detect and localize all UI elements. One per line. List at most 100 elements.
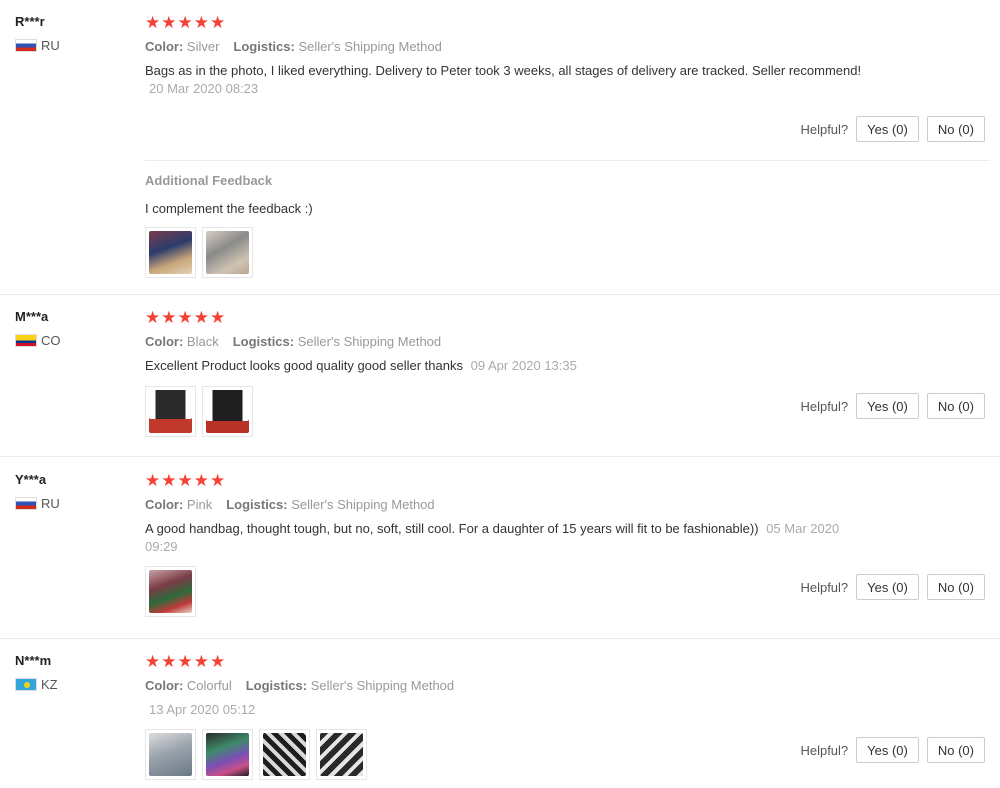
star-icon: ★ — [193, 652, 209, 671]
review-body: A good handbag, thought tough, but no, s… — [145, 521, 759, 536]
helpful-no-button[interactable]: No (0) — [926, 574, 985, 600]
review-body: Excellent Product looks good quality goo… — [145, 358, 463, 373]
logistics-value: Seller's Shipping Method — [297, 334, 442, 349]
additional-feedback-title: Additional Feedback — [145, 173, 273, 188]
helpful-controls: Helpful? Yes (0) No (0) — [800, 393, 985, 419]
color-label: Color: — [145, 39, 184, 54]
review-photo-thumbnail[interactable] — [316, 729, 367, 780]
reviewer-name: Y***a — [15, 472, 47, 487]
star-icon: ★ — [177, 13, 193, 32]
review-photo-thumbnail[interactable] — [202, 729, 253, 780]
review-date: 13 Apr 2020 05:12 — [149, 702, 256, 717]
flag-kz-icon — [15, 678, 37, 691]
helpful-controls: Helpful? Yes (0) No (0) — [800, 116, 985, 142]
star-icon: ★ — [193, 308, 209, 327]
star-rating: ★ ★ ★ ★ ★ — [145, 309, 995, 327]
star-icon: ★ — [210, 652, 226, 671]
helpful-no-button[interactable]: No (0) — [926, 116, 985, 142]
helpful-no-button[interactable]: No (0) — [926, 737, 985, 763]
review-photo-thumbnail[interactable] — [145, 566, 196, 617]
reviewer-info: Y***a RU — [15, 472, 60, 511]
flag-ru-icon — [15, 497, 37, 510]
logistics-label: Logistics: — [232, 334, 295, 349]
helpful-controls: Helpful? Yes (0) No (0) — [800, 737, 985, 763]
logistics-value: Seller's Shipping Method — [298, 39, 442, 54]
color-value: Silver — [186, 39, 220, 54]
review-photos — [145, 729, 367, 780]
review-date: 09 Apr 2020 13:35 — [470, 358, 577, 373]
star-icon: ★ — [145, 308, 161, 327]
review-meta: Color: Colorful Logistics: Seller's Shipp… — [145, 678, 995, 693]
review-divider — [0, 294, 1000, 295]
star-icon: ★ — [161, 471, 177, 490]
helpful-label: Helpful? — [800, 742, 849, 758]
logistics-label: Logistics: — [233, 39, 295, 54]
reviewer-info: N***m KZ — [15, 653, 58, 692]
review-text: Excellent Product looks good quality goo… — [145, 357, 865, 375]
country-code: KZ — [41, 677, 58, 692]
review-photos — [145, 386, 253, 437]
helpful-yes-button[interactable]: Yes (0) — [856, 116, 919, 142]
star-rating: ★ ★ ★ ★ ★ — [145, 653, 995, 671]
country-code: CO — [41, 333, 61, 348]
star-icon: ★ — [210, 308, 226, 327]
review-date: 20 Mar 2020 08:23 — [149, 81, 259, 96]
reviewer-name: R***r — [15, 14, 45, 29]
color-label: Color: — [145, 497, 184, 512]
star-icon: ★ — [161, 13, 177, 32]
logistics-label: Logistics: — [226, 497, 288, 512]
star-icon: ★ — [161, 308, 177, 327]
logistics-value: Seller's Shipping Method — [291, 497, 435, 512]
color-label: Color: — [145, 678, 184, 693]
review-photo-thumbnail[interactable] — [202, 386, 253, 437]
country-code: RU — [41, 38, 60, 53]
star-icon: ★ — [177, 652, 193, 671]
helpful-yes-button[interactable]: Yes (0) — [856, 574, 919, 600]
review-divider — [0, 456, 1000, 457]
star-icon: ★ — [145, 471, 161, 490]
logistics-label: Logistics: — [245, 678, 308, 693]
divider — [145, 160, 990, 161]
review-photo-thumbnail[interactable] — [202, 227, 253, 278]
review-text: 13 Apr 2020 05:12 — [145, 701, 865, 719]
helpful-no-button[interactable]: No (0) — [926, 393, 985, 419]
review-meta: Color: Silver Logistics: Seller's Shippin… — [145, 39, 995, 54]
helpful-label: Helpful? — [800, 121, 849, 137]
reviewer-country: RU — [15, 38, 60, 53]
star-icon: ★ — [177, 308, 193, 327]
review-text: A good handbag, thought tough, but no, s… — [145, 520, 865, 556]
star-icon: ★ — [177, 471, 193, 490]
color-value: Colorful — [186, 678, 232, 693]
review-photos — [145, 566, 196, 617]
logistics-value: Seller's Shipping Method — [310, 678, 455, 693]
review-photo-thumbnail[interactable] — [145, 386, 196, 437]
star-icon: ★ — [145, 13, 161, 32]
reviewer-country: CO — [15, 333, 61, 348]
review-text: Bags as in the photo, I liked everything… — [145, 62, 865, 98]
review-photo-thumbnail[interactable] — [259, 729, 310, 780]
review-photos — [145, 227, 253, 278]
reviewer-name: M***a — [15, 309, 49, 324]
color-label: Color: — [145, 334, 184, 349]
star-rating: ★ ★ ★ ★ ★ — [145, 14, 995, 32]
review-divider — [0, 638, 1000, 639]
reviewer-country: KZ — [15, 677, 58, 692]
helpful-label: Helpful? — [800, 398, 849, 414]
flag-ru-icon — [15, 39, 37, 52]
star-icon: ★ — [210, 471, 226, 490]
review-photo-thumbnail[interactable] — [145, 729, 196, 780]
reviewer-info: M***a CO — [15, 309, 61, 348]
star-icon: ★ — [210, 13, 226, 32]
review-meta: Color: Pink Logistics: Seller's Shipping … — [145, 497, 995, 512]
helpful-yes-button[interactable]: Yes (0) — [856, 737, 919, 763]
star-rating: ★ ★ ★ ★ ★ — [145, 472, 995, 490]
review-body: Bags as in the photo, I liked everything… — [145, 63, 862, 78]
star-icon: ★ — [161, 652, 177, 671]
flag-co-icon — [15, 334, 37, 347]
star-icon: ★ — [145, 652, 161, 671]
country-code: RU — [41, 496, 60, 511]
color-value: Pink — [186, 497, 213, 512]
star-icon: ★ — [193, 471, 209, 490]
helpful-yes-button[interactable]: Yes (0) — [856, 393, 919, 419]
review-photo-thumbnail[interactable] — [145, 227, 196, 278]
